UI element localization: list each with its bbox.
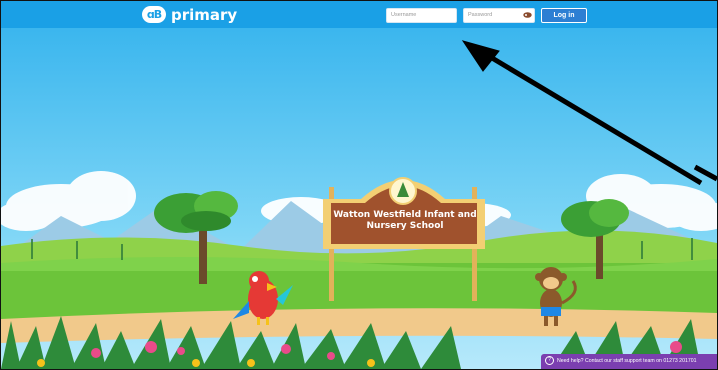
logo-text: primary — [171, 5, 238, 24]
top-bar: ɑB primary Username Password Log in — [1, 1, 717, 28]
page-frame: ɑB primary Username Password Log in Watt… — [0, 0, 718, 370]
school-name-line2: Nursery School — [366, 221, 444, 231]
logo-mark-icon: ɑB — [142, 6, 166, 23]
school-name-line1: Watton Westfield Infant and — [333, 210, 477, 220]
username-input[interactable]: Username — [386, 8, 457, 23]
logo[interactable]: ɑB primary — [142, 5, 237, 24]
school-name: Watton Westfield Infant and Nursery Scho… — [331, 210, 479, 232]
login-button[interactable]: Log in — [541, 8, 587, 23]
help-text: Need help? Contact our staff support tea… — [557, 358, 697, 364]
key-icon[interactable] — [523, 12, 532, 18]
help-icon: ? — [545, 356, 554, 366]
background-scene — [1, 28, 717, 369]
help-bar[interactable]: ? Need help? Contact our staff support te… — [541, 354, 717, 369]
